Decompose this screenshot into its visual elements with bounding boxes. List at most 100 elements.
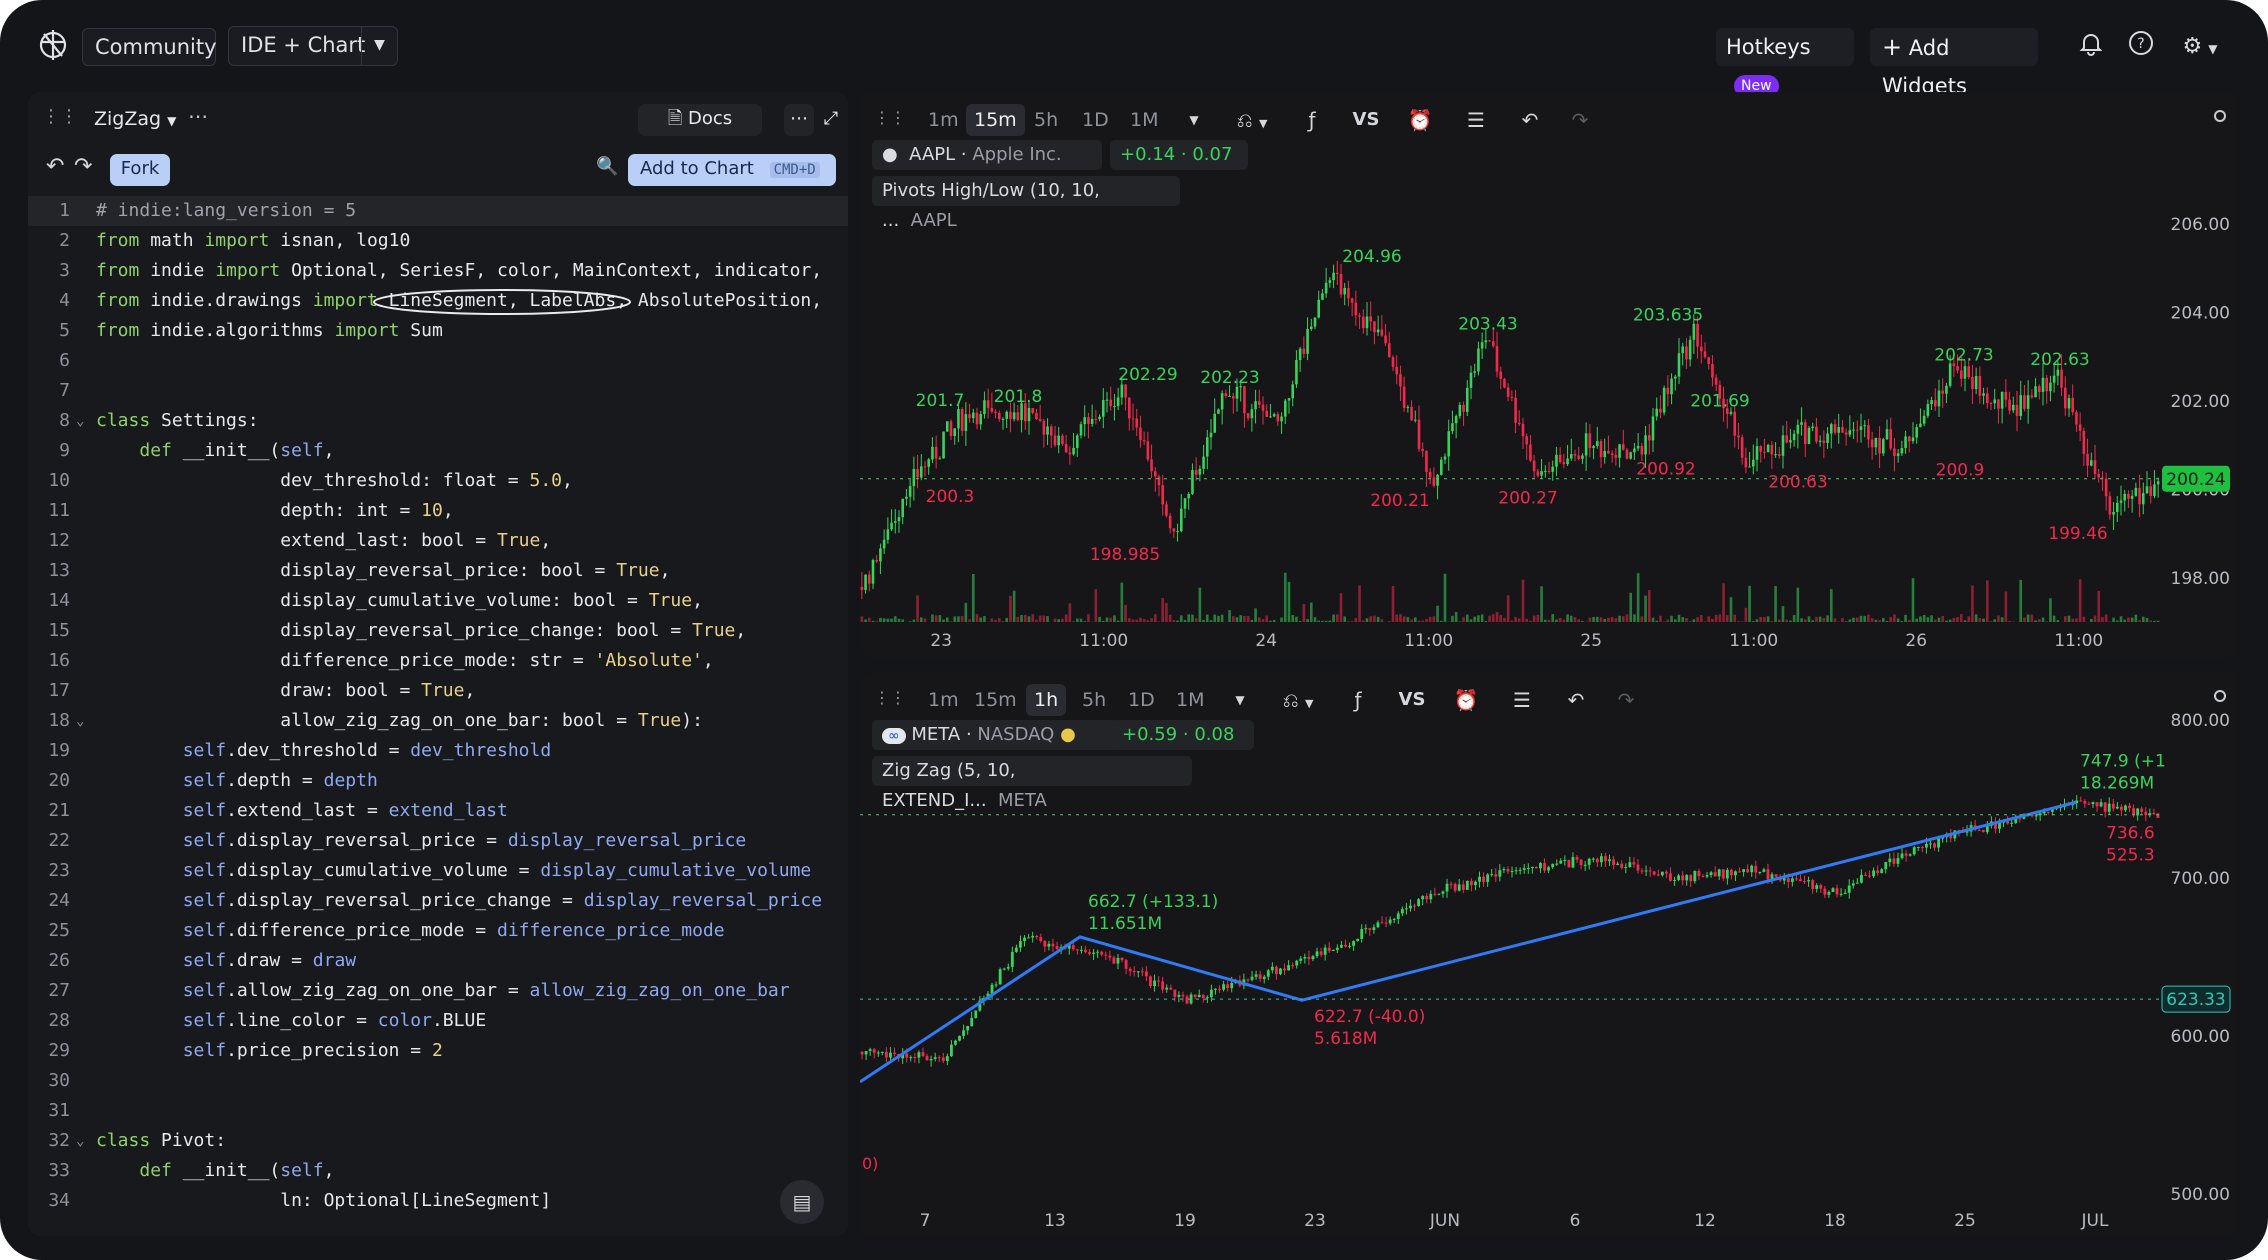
timeframe-15m[interactable]: 15m: [966, 684, 1025, 716]
candle-body: [1648, 870, 1652, 872]
fold-chevron-icon[interactable]: ⌄: [76, 406, 84, 436]
chart-type-icon[interactable]: ⎌ ▼: [1220, 104, 1284, 136]
timeframe-1D[interactable]: 1D: [1074, 104, 1117, 136]
timeframe-1m[interactable]: 1m: [920, 104, 967, 136]
indicators-icon[interactable]: ƒ: [1292, 104, 1332, 136]
chevron-down-icon[interactable]: ▼: [1174, 104, 1214, 136]
drag-handle-icon[interactable]: ⋮⋮: [874, 108, 906, 127]
chart-type-icon[interactable]: ⎌ ▼: [1266, 684, 1330, 716]
indicators-icon[interactable]: ƒ: [1338, 684, 1378, 716]
alert-icon[interactable]: ⏰: [1400, 104, 1440, 136]
timeframe-1m[interactable]: 1m: [920, 684, 967, 716]
docs-button[interactable]: 🗎 Docs: [638, 104, 762, 136]
candle-body: [1183, 498, 1187, 509]
alert-icon[interactable]: ⏰: [1446, 684, 1486, 716]
candle-body: [1740, 437, 1744, 458]
candle-body: [1010, 951, 1014, 967]
timeframe-1D[interactable]: 1D: [1120, 684, 1163, 716]
candle-body: [1380, 329, 1384, 336]
drag-handle-icon[interactable]: ⋮⋮: [874, 688, 906, 707]
volume-bar: [1900, 621, 1904, 622]
bell-icon[interactable]: [2074, 30, 2108, 64]
candle-body: [2034, 815, 2038, 817]
candle-body: [1843, 892, 1847, 894]
candle-body: [2108, 496, 2112, 515]
candle-body: [1194, 470, 1198, 475]
layers-icon[interactable]: ☰: [1502, 684, 1542, 716]
fold-chevron-icon[interactable]: ⌄: [76, 706, 84, 736]
candle-body: [1220, 393, 1224, 410]
code-line: 6: [59, 350, 70, 371]
x-tick-label: 11:00: [1079, 631, 1128, 651]
volume-bar: [1484, 621, 1488, 622]
layout-selector[interactable]: IDE + Chart ▼: [228, 26, 398, 66]
candle-body: [962, 1030, 966, 1036]
candle-body: [1855, 882, 1859, 884]
undo-icon[interactable]: ↶: [46, 154, 64, 179]
add-to-chart-button[interactable]: Add to Chart CMD+D: [628, 154, 836, 186]
timeframe-5h[interactable]: 5h: [1026, 104, 1066, 136]
volume-bar: [1885, 620, 1889, 622]
chevron-down-icon[interactable]: ▼: [1220, 684, 1260, 716]
candle-body: [1774, 874, 1778, 877]
redo-icon[interactable]: ↷: [74, 154, 92, 179]
settings-dot-icon[interactable]: [2214, 110, 2226, 122]
svg-text:?: ?: [2137, 36, 2144, 52]
candle-body: [1985, 825, 1989, 833]
symbol-chip[interactable]: ● AAPL · Apple Inc.: [872, 140, 1102, 170]
volume-bar: [1064, 614, 1068, 622]
volume-bar: [1298, 620, 1302, 622]
undo-icon[interactable]: ↶: [1556, 684, 1596, 716]
compare-button[interactable]: VS: [1392, 684, 1432, 716]
timeframe-5h[interactable]: 5h: [1074, 684, 1114, 716]
user-menu[interactable]: ⚙ ▼: [2172, 30, 2228, 64]
code-line: 24 self.display_reversal_price_change = …: [48, 890, 823, 911]
timeframe-1M[interactable]: 1M: [1168, 684, 1212, 716]
candle-body: [1829, 424, 1833, 434]
help-icon[interactable]: ?: [2124, 30, 2158, 64]
volume-bar: [1439, 620, 1443, 622]
volume-bar: [1410, 619, 1413, 622]
editor-menu-button[interactable]: ⋯: [784, 104, 814, 136]
code-line: 31: [48, 1100, 70, 1121]
redo-icon[interactable]: ↷: [1606, 684, 1646, 716]
search-icon[interactable]: 🔍: [596, 156, 618, 177]
fork-button[interactable]: Fork: [110, 154, 170, 186]
layers-icon[interactable]: ☰: [1456, 104, 1496, 136]
candle-body: [1250, 976, 1254, 980]
candle-body: [997, 412, 1001, 420]
community-button[interactable]: Community: [82, 28, 217, 66]
symbol-chip[interactable]: ∞ META · NASDAQ ●: [872, 720, 1118, 750]
compare-button[interactable]: VS: [1346, 104, 1386, 136]
volume-bar: [1031, 614, 1035, 622]
indicator-chip[interactable]: Pivots High/Low (10, 10, ... AAPL: [872, 176, 1180, 231]
candle-body: [1157, 476, 1161, 486]
app-logo-icon[interactable]: [34, 26, 72, 64]
drag-handle-icon[interactable]: ⋮⋮: [42, 106, 78, 127]
indicator-chip[interactable]: Zig Zag (5, 10, EXTEND_I... META: [872, 756, 1192, 811]
fold-chevron-icon[interactable]: ⌄: [76, 1126, 84, 1156]
hotkeys-button[interactable]: HotkeysNew: [1716, 28, 1854, 97]
add-widgets-button[interactable]: + Add Widgets: [1870, 28, 2038, 98]
candle-body: [2049, 382, 2052, 392]
script-name-selector[interactable]: ZigZag ▼: [94, 108, 176, 130]
volume-bar: [942, 619, 945, 622]
candle-body: [1201, 994, 1205, 998]
volume-bar: [1358, 585, 1361, 622]
code-area[interactable]: 1 # indie:lang_version = 5 2 from math imp…: [28, 192, 848, 1212]
timeframe-1M[interactable]: 1M: [1122, 104, 1166, 136]
settings-dot-icon[interactable]: [2214, 690, 2226, 702]
undo-icon[interactable]: ↶: [1510, 104, 1550, 136]
more-options-icon[interactable]: ⋯: [188, 104, 208, 128]
timeframe-15m[interactable]: 15m: [966, 104, 1025, 136]
y-tick-label: 500.00: [2171, 1185, 2230, 1205]
expand-icon[interactable]: ⤢: [820, 104, 842, 136]
candle-body: [1742, 869, 1746, 872]
timeframe-1h[interactable]: 1h: [1026, 684, 1067, 716]
redo-icon[interactable]: ↷: [1560, 104, 1600, 136]
volume-bar: [975, 614, 979, 622]
volume-bar: [1187, 614, 1191, 622]
volume-bar: [1644, 595, 1647, 622]
console-toggle-icon[interactable]: ▤: [780, 1180, 824, 1224]
candle-body: [979, 414, 983, 425]
